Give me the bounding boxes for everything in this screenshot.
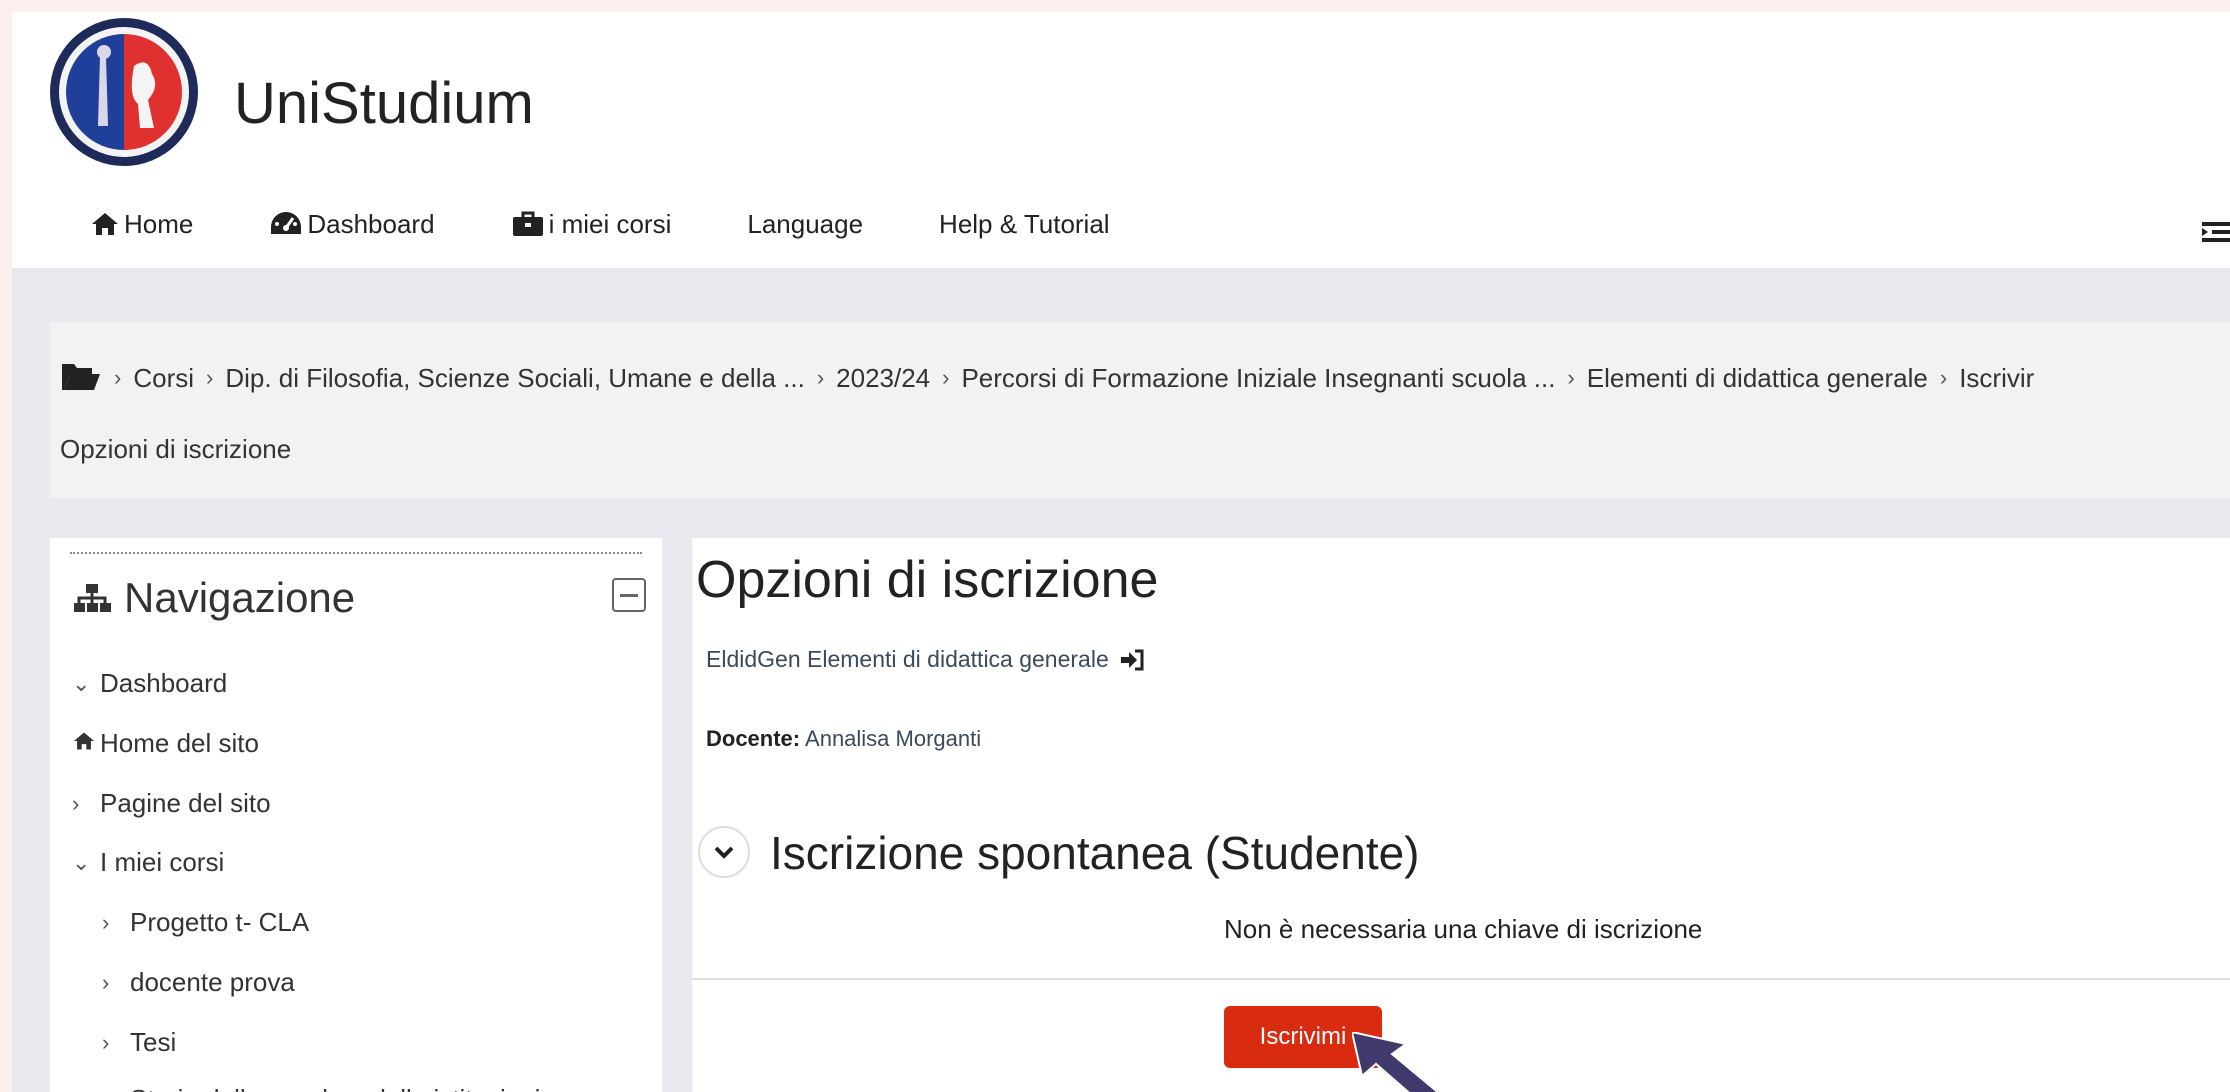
nav-help[interactable]: Help & Tutorial bbox=[939, 209, 1110, 240]
nav-tree-label: Tesi bbox=[130, 1027, 177, 1057]
navigation-block: Navigazione ⌄ Dashboard Home del sito › … bbox=[50, 538, 662, 1092]
nav-tree-label: docente prova bbox=[130, 967, 295, 997]
breadcrumb-item[interactable]: Iscrivir bbox=[1959, 363, 2034, 394]
nav-tree-label: Dashboard bbox=[100, 668, 228, 698]
teacher-info: Docente: Annalisa Morganti bbox=[706, 726, 981, 752]
drawer-toggle-icon[interactable] bbox=[2202, 218, 2230, 246]
browser-viewport: UniStudium Home Dashboard i miei corsi L… bbox=[12, 12, 2230, 1092]
nav-my-courses-label: i miei corsi bbox=[548, 208, 672, 239]
breadcrumb-item[interactable]: 2023/24 bbox=[836, 363, 930, 394]
nav-dashboard[interactable]: Dashboard bbox=[269, 208, 435, 240]
dashboard-icon bbox=[271, 212, 302, 234]
nav-home[interactable]: Home bbox=[90, 209, 193, 240]
nav-tree-item-home[interactable]: Home del sito bbox=[72, 728, 259, 759]
minus-icon bbox=[620, 593, 638, 597]
sitemap-icon bbox=[74, 584, 111, 612]
nav-language[interactable]: Language bbox=[747, 209, 863, 240]
chevron-right-icon: › bbox=[102, 909, 110, 935]
nav-tree-item-dashboard[interactable]: ⌄ Dashboard bbox=[72, 668, 227, 699]
nav-tree-item-site-pages[interactable]: › Pagine del sito bbox=[72, 788, 271, 819]
course-link-label: EldidGen Elementi di didattica generale bbox=[706, 646, 1109, 672]
breadcrumb-separator: › bbox=[1939, 365, 1948, 390]
enrol-me-button[interactable]: Iscrivimi bbox=[1224, 1006, 1382, 1068]
chevron-right-icon: › bbox=[102, 969, 110, 995]
university-logo[interactable] bbox=[48, 16, 200, 168]
nav-tree-label: Home del sito bbox=[100, 728, 259, 758]
chevron-down-icon: ⌄ bbox=[72, 670, 91, 696]
page-title: Opzioni di iscrizione bbox=[696, 551, 1159, 609]
section-collapse-button[interactable] bbox=[698, 826, 750, 878]
breadcrumb-item[interactable]: Corsi bbox=[133, 363, 194, 394]
breadcrumb-separator: › bbox=[942, 365, 950, 390]
chevron-down-icon: ⌄ bbox=[72, 849, 91, 875]
breadcrumb-item[interactable]: Dip. di Filosofia, Scienze Sociali, Uman… bbox=[225, 363, 805, 394]
navigation-block-title-text: Navigazione bbox=[124, 574, 356, 621]
home-icon bbox=[92, 213, 118, 235]
enrolment-section-title: Iscrizione spontanea (Studente) bbox=[770, 827, 1420, 879]
nav-tree-item-my-courses[interactable]: ⌄ I miei corsi bbox=[72, 847, 224, 878]
nav-tree-label: Progetto t- CLA bbox=[130, 907, 310, 937]
site-header: UniStudium Home Dashboard i miei corsi L… bbox=[12, 12, 2230, 268]
nav-tree-item-course[interactable]: › Tesi bbox=[102, 1027, 176, 1058]
chevron-right-icon: › bbox=[102, 1029, 110, 1055]
nav-tree-item-course[interactable]: › Progetto t- CLA bbox=[102, 907, 309, 938]
navigation-block-title: Navigazione bbox=[72, 574, 355, 622]
chevron-down-icon bbox=[714, 846, 734, 859]
nav-tree-label: I miei corsi bbox=[100, 847, 225, 877]
course-link[interactable]: EldidGen Elementi di didattica generale bbox=[706, 646, 1145, 673]
chevron-right-icon: › bbox=[102, 1087, 130, 1092]
nav-tree-item-course[interactable]: › Storia della scuola e delle istituzion… bbox=[102, 1084, 540, 1092]
teacher-label: Docente: bbox=[706, 726, 801, 751]
chevron-right-icon: › bbox=[72, 790, 80, 816]
nav-dashboard-label: Dashboard bbox=[307, 208, 435, 239]
home-icon bbox=[74, 732, 94, 749]
divider bbox=[692, 978, 2230, 980]
briefcase-icon bbox=[512, 211, 543, 236]
nav-tree-item-course[interactable]: › docente prova bbox=[102, 967, 295, 998]
main-nav: Home Dashboard i miei corsi Language Hel… bbox=[90, 204, 1186, 244]
nav-tree-label: Storia della scuola e delle istituzioni bbox=[130, 1084, 540, 1092]
breadcrumb-item[interactable]: Elementi di didattica generale bbox=[1587, 363, 1928, 394]
site-title[interactable]: UniStudium bbox=[234, 70, 534, 137]
breadcrumb-current: Opzioni di iscrizione bbox=[60, 434, 292, 464]
nav-language-label: Language bbox=[747, 208, 864, 239]
sign-in-icon bbox=[1120, 649, 1144, 670]
nav-home-label: Home bbox=[124, 208, 194, 239]
collapse-block-button[interactable] bbox=[612, 578, 646, 612]
breadcrumb-separator: › bbox=[816, 365, 825, 390]
block-drag-handle[interactable] bbox=[70, 552, 642, 554]
nav-help-label: Help & Tutorial bbox=[939, 208, 1110, 239]
nav-my-courses[interactable]: i miei corsi bbox=[511, 208, 672, 240]
main-content: Opzioni di iscrizione EldidGen Elementi … bbox=[692, 538, 2230, 1092]
breadcrumb-separator: › bbox=[206, 365, 214, 390]
breadcrumb-separator: › bbox=[114, 365, 122, 390]
enrolment-key-notice: Non è necessaria una chiave di iscrizion… bbox=[1224, 914, 1703, 944]
breadcrumb-item[interactable]: Percorsi di Formazione Iniziale Insegnan… bbox=[961, 363, 1555, 394]
teacher-name-link[interactable]: Annalisa Morganti bbox=[805, 726, 981, 751]
breadcrumb: › Corsi › Dip. di Filosofia, Scienze Soc… bbox=[50, 322, 2230, 498]
breadcrumb-separator: › bbox=[1567, 365, 1575, 390]
folder-open-icon[interactable] bbox=[60, 362, 102, 394]
nav-tree-label: Pagine del sito bbox=[100, 788, 271, 818]
breadcrumb-trail: › Corsi › Dip. di Filosofia, Scienze Soc… bbox=[60, 358, 2034, 398]
